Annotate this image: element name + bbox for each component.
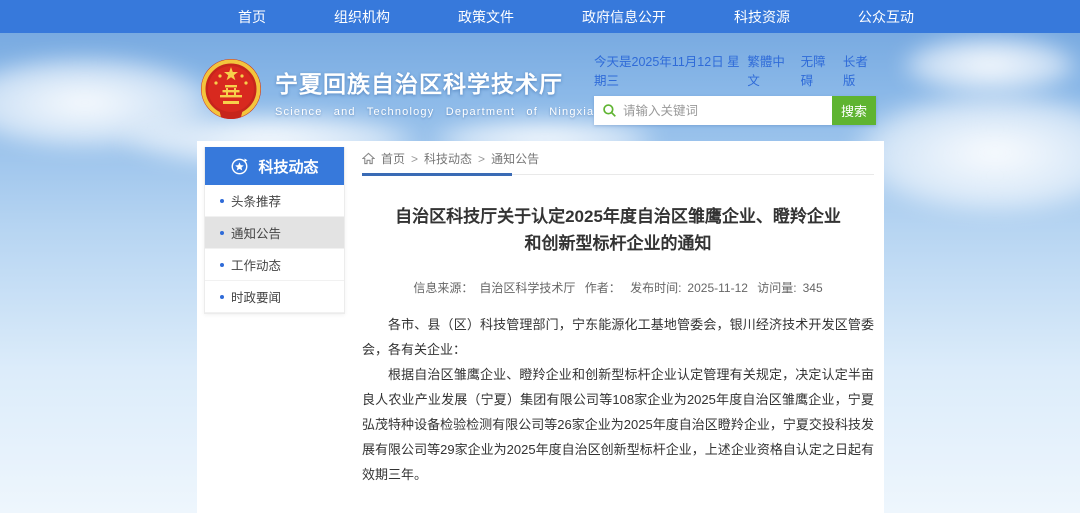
article-body: 各市、县（区）科技管理部门，宁东能源化工基地管委会，银川经济技术开发区管委会，各… <box>362 312 874 487</box>
article-source: 自治区科学技术厅 <box>479 281 575 295</box>
national-emblem-logo <box>199 57 263 121</box>
sidebar-item-label: 工作动态 <box>231 255 281 274</box>
article-paragraph: 各市、县（区）科技管理部门，宁东能源化工基地管委会，银川经济技术开发区管委会，各… <box>362 312 874 362</box>
sidebar-header: 科技动态 <box>205 147 344 185</box>
bullet-dot-icon <box>220 295 224 299</box>
breadcrumb-accent-line <box>362 173 512 176</box>
home-icon <box>362 152 375 165</box>
star-circle-icon <box>230 157 249 176</box>
site-brand: 宁夏回族自治区科学技术厅 Science and Technology Depa… <box>199 57 594 121</box>
breadcrumb-separator: > <box>411 152 418 166</box>
top-navigation: 首页 组织机构 政策文件 政府信息公开 科技资源 公众互动 <box>0 0 1080 33</box>
sidebar-item-label: 时政要闻 <box>231 287 281 306</box>
breadcrumb: 首页 > 科技动态 > 通知公告 <box>362 150 874 167</box>
bullet-dot-icon <box>220 231 224 235</box>
article-meta: 信息来源：自治区科学技术厅 作者： 发布时间:2025-11-12 访问量:34… <box>362 279 874 296</box>
sidebar-item-current-politics[interactable]: 时政要闻 <box>205 281 344 313</box>
cloud <box>850 90 1080 215</box>
nav-item-public-interaction[interactable]: 公众互动 <box>858 7 914 27</box>
breadcrumb-notices[interactable]: 通知公告 <box>491 150 539 167</box>
visit-count: 345 <box>803 281 823 295</box>
cloud <box>900 35 1080 95</box>
search-icon <box>602 103 617 118</box>
nav-item-organization[interactable]: 组织机构 <box>334 7 390 27</box>
link-elder-version[interactable]: 长者版 <box>843 51 876 89</box>
publish-date: 2025-11-12 <box>687 281 748 295</box>
nav-item-gov-info-disclosure[interactable]: 政府信息公开 <box>582 7 666 27</box>
link-traditional-chinese[interactable]: 繁體中文 <box>747 51 791 89</box>
sidebar-item-headline-recommend[interactable]: 头条推荐 <box>205 185 344 217</box>
search-input[interactable] <box>623 104 824 118</box>
content-area: 首页 > 科技动态 > 通知公告 自治区科技厅关于认定2025年度自治区雏鹰企业… <box>362 150 874 513</box>
breadcrumb-sci-tech-news[interactable]: 科技动态 <box>424 150 472 167</box>
header-utilities: 今天是2025年11月12日 星期三 繁體中文 无障碍 长者版 搜索 <box>594 51 876 125</box>
current-date: 今天是2025年11月12日 星期三 <box>594 51 747 89</box>
sidebar-title: 科技动态 <box>258 156 318 177</box>
breadcrumb-bar: 首页 > 科技动态 > 通知公告 <box>362 150 874 175</box>
nav-item-home[interactable]: 首页 <box>238 7 266 27</box>
sidebar-item-label: 通知公告 <box>231 223 281 242</box>
bullet-dot-icon <box>220 263 224 267</box>
bullet-dot-icon <box>220 199 224 203</box>
site-title: 宁夏回族自治区科学技术厅 <box>275 65 594 99</box>
main-panel: 科技动态 头条推荐 通知公告 工作动态 时政要闻 首页 > <box>197 141 884 513</box>
site-subtitle: Science and Technology Department of Nin… <box>275 106 594 118</box>
search-box <box>594 96 832 125</box>
search-button[interactable]: 搜索 <box>832 96 876 125</box>
nav-item-policy-documents[interactable]: 政策文件 <box>458 7 514 27</box>
breadcrumb-home[interactable]: 首页 <box>381 150 405 167</box>
link-accessibility[interactable]: 无障碍 <box>801 51 834 89</box>
breadcrumb-separator: > <box>478 152 485 166</box>
sidebar-item-work-updates[interactable]: 工作动态 <box>205 249 344 281</box>
article-paragraph: 根据自治区雏鹰企业、瞪羚企业和创新型标杆企业认定管理有关规定，决定认定半亩良人农… <box>362 362 874 487</box>
sidebar-item-label: 头条推荐 <box>231 191 281 210</box>
nav-item-sci-tech-resources[interactable]: 科技资源 <box>734 7 790 27</box>
article-title: 自治区科技厅关于认定2025年度自治区雏鹰企业、瞪羚企业 和创新型标杆企业的通知 <box>362 203 874 257</box>
sidebar-item-notices[interactable]: 通知公告 <box>205 217 344 249</box>
sidebar: 科技动态 头条推荐 通知公告 工作动态 时政要闻 <box>204 147 345 314</box>
